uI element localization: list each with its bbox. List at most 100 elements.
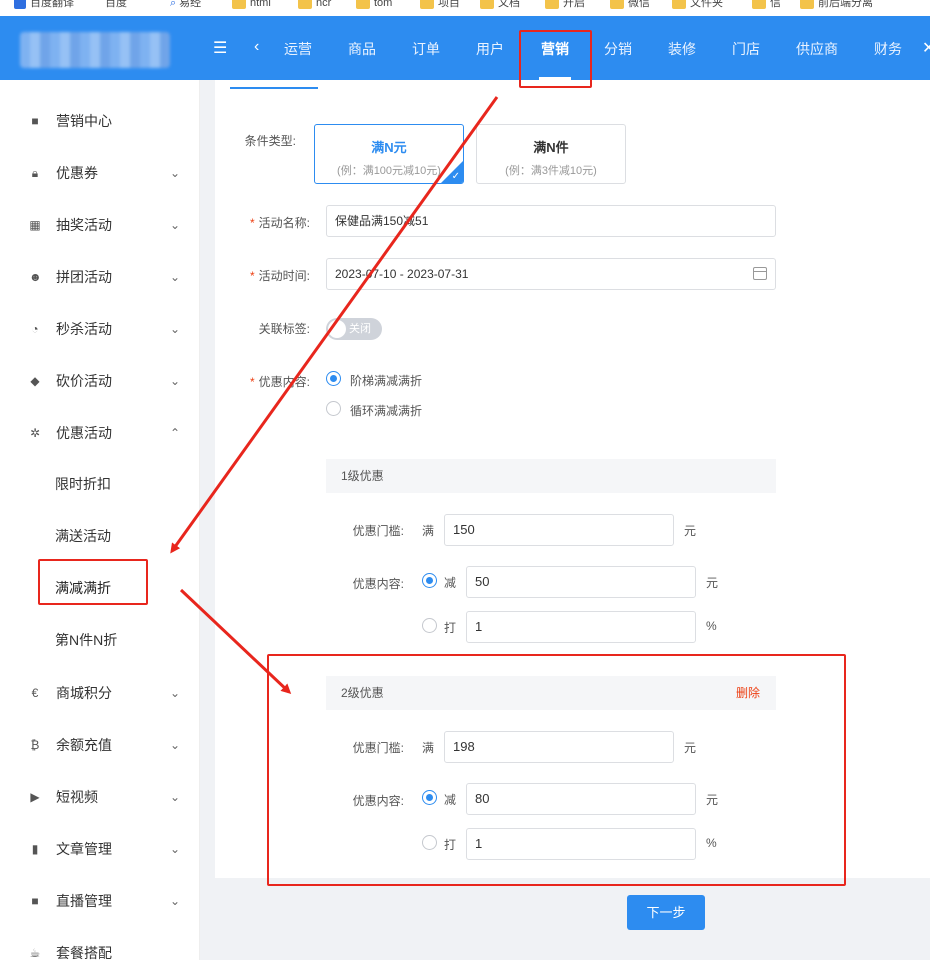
- type-card-full-count[interactable]: 满N件 (例：满3件减10元): [476, 124, 626, 184]
- sidebar-item-flash-sale[interactable]: ◔ 秒杀活动 ⌄: [0, 303, 200, 355]
- nav-tab-decoration[interactable]: 装修: [660, 16, 704, 80]
- folder-icon: [480, 0, 494, 9]
- activity-time-picker[interactable]: 2023-07-10 - 2023-07-31: [326, 258, 776, 290]
- switch-knob: [328, 320, 346, 338]
- discount-content-label: 优惠内容:: [352, 577, 404, 591]
- sidebar-item-lottery[interactable]: ▦ 抽奖活动 ⌄: [0, 199, 200, 251]
- sidebar-item-balance[interactable]: ₿ 余额充值 ⌄: [0, 719, 200, 771]
- translate-icon: [14, 0, 26, 10]
- radio-reduce[interactable]: [422, 573, 437, 588]
- nav-tab-suppliers[interactable]: 供应商: [788, 16, 846, 80]
- promo-content-label: * 优惠内容:: [249, 375, 310, 389]
- radio-discount[interactable]: [422, 618, 437, 633]
- nav-tab-orders[interactable]: 订单: [404, 16, 448, 80]
- sidebar-sub-item-nth-discount[interactable]: 第N件N折: [0, 614, 200, 666]
- sidebar-item-package[interactable]: ☕︎ 套餐搭配: [0, 927, 200, 960]
- nav-tab-stores[interactable]: 门店: [724, 16, 768, 80]
- logo[interactable]: [20, 32, 170, 68]
- cup-icon: ☕︎: [29, 946, 41, 960]
- bookmarks-bar: 百度翻译 百度 ⌕ 易经 html ncr tom 项目 文档 开启 微信 文件夹…: [0, 0, 930, 16]
- level-1-reduce-input[interactable]: 50: [466, 566, 696, 598]
- calendar-icon[interactable]: [753, 267, 767, 280]
- check-icon: ✓: [451, 171, 460, 182]
- bookmark-item[interactable]: 微信: [610, 0, 650, 11]
- chevron-down-icon: ⌄: [170, 790, 181, 804]
- type-card-full-amount[interactable]: 满N元 (例：满100元减10元) ✓: [314, 124, 464, 184]
- folder-icon: [610, 0, 624, 9]
- sidebar-item-live[interactable]: ■ 直播管理 ⌄: [0, 875, 200, 927]
- folder-icon: [298, 0, 312, 9]
- sidebar-item-articles[interactable]: ▮ 文章管理 ⌄: [0, 823, 200, 875]
- nav-tab-operation[interactable]: 运营: [276, 16, 320, 80]
- active-tab-underline: [230, 87, 318, 89]
- chevron-down-icon: ⌄: [170, 842, 181, 856]
- chevron-down-icon: ⌄: [170, 322, 181, 336]
- type-card-example: (例：满3件减10元): [505, 165, 597, 177]
- threshold-unit: 元: [684, 524, 697, 538]
- nav-tab-finance[interactable]: 财务: [866, 16, 910, 80]
- tag-switch[interactable]: 关闭: [326, 318, 382, 340]
- bookmark-item[interactable]: tom: [356, 0, 392, 11]
- sidebar-item-group-buy[interactable]: ☻ 拼团活动 ⌄: [0, 251, 200, 303]
- bookmark-item[interactable]: 前后端分离: [800, 0, 873, 11]
- bookmark-item[interactable]: 百度: [105, 0, 127, 11]
- chevron-down-icon: ⌄: [170, 738, 181, 752]
- type-card-title: 满N元: [371, 140, 407, 155]
- annotation-box-marketing: [519, 30, 592, 88]
- level-1-discount-input[interactable]: 1: [466, 611, 696, 643]
- activity-name-input[interactable]: 保健品满150减51: [326, 205, 776, 237]
- level-1-threshold-input[interactable]: 150: [444, 514, 674, 546]
- sidebar-item-promotions[interactable]: ✲ 优惠活动 ⌃: [0, 407, 200, 459]
- radio-tiered[interactable]: [326, 371, 341, 386]
- nav-tab-distribution[interactable]: 分销: [596, 16, 640, 80]
- folder-icon: [752, 0, 766, 9]
- bookmark-item[interactable]: 文件夹: [672, 0, 723, 11]
- chevron-down-icon: ⌄: [170, 374, 181, 388]
- chevron-left-icon[interactable]: ‹: [254, 38, 259, 56]
- chevron-down-icon: ⌄: [170, 894, 181, 908]
- annotation-box-full-reduction: [38, 559, 148, 605]
- chevron-down-icon: ⌄: [170, 270, 181, 284]
- users-icon: ☻: [29, 270, 42, 284]
- article-icon: ▮: [31, 842, 39, 856]
- radio-cyclic-label[interactable]: 循环满减满折: [350, 402, 422, 419]
- close-icon[interactable]: ✕: [922, 38, 930, 58]
- sidebar-item-marketing-center[interactable]: ■ 营销中心: [0, 95, 200, 147]
- next-step-button[interactable]: 下一步: [627, 895, 705, 930]
- bookmark-item[interactable]: 开启: [545, 0, 585, 11]
- nav-tab-goods[interactable]: 商品: [340, 16, 384, 80]
- menu-fold-icon[interactable]: ☰: [213, 38, 227, 58]
- level-1-header: 1级优惠: [326, 459, 776, 493]
- folder-icon: [545, 0, 559, 9]
- bookmark-item[interactable]: 项目: [420, 0, 460, 11]
- chevron-down-icon: ⌄: [170, 218, 181, 232]
- clock-icon: ◔: [31, 322, 39, 336]
- bookmark-item[interactable]: 文档: [480, 0, 520, 11]
- sidebar-item-bargain[interactable]: ◆ 砍价活动 ⌄: [0, 355, 200, 407]
- euro-icon: €: [31, 686, 39, 700]
- folder-icon: [672, 0, 686, 9]
- bitcoin-icon: ₿: [30, 738, 40, 752]
- annotation-box-level-2: [267, 654, 846, 886]
- bookmark-item[interactable]: ⌕ 易经: [170, 0, 201, 11]
- sidebar-sub-item-gift-promo[interactable]: 满送活动: [0, 510, 200, 562]
- sidebar-item-points[interactable]: € 商城积分 ⌄: [0, 667, 200, 719]
- bookmark-item[interactable]: 信: [752, 0, 781, 11]
- sidebar-item-short-video[interactable]: ▶ 短视频 ⌄: [0, 771, 200, 823]
- sidebar: ■ 营销中心 🔒︎ 优惠券 ⌄ ▦ 抽奖活动 ⌄ ☻ 拼团活动 ⌄ ◔ 秒杀活动…: [0, 80, 200, 960]
- tag-label: 关联标签:: [258, 322, 310, 336]
- sidebar-item-coupons[interactable]: 🔒︎ 优惠券 ⌄: [0, 147, 200, 199]
- radio-tiered-label[interactable]: 阶梯满减满折: [350, 372, 422, 389]
- bookmark-item[interactable]: html: [232, 0, 271, 11]
- bookmark-item[interactable]: 百度翻译: [14, 0, 74, 11]
- chevron-down-icon: ⌄: [170, 166, 181, 180]
- video-icon: ▶: [30, 790, 40, 804]
- threshold-prefix: 满: [422, 524, 435, 538]
- folder-icon: [232, 0, 246, 9]
- radio-cyclic[interactable]: [326, 401, 341, 416]
- gift-icon: ✲: [29, 426, 41, 440]
- nav-tab-users[interactable]: 用户: [468, 16, 512, 80]
- sidebar-sub-item-limited-discount[interactable]: 限时折扣: [0, 458, 200, 510]
- search-bookmark-icon: ⌕: [170, 0, 177, 9]
- bookmark-item[interactable]: ncr: [298, 0, 331, 11]
